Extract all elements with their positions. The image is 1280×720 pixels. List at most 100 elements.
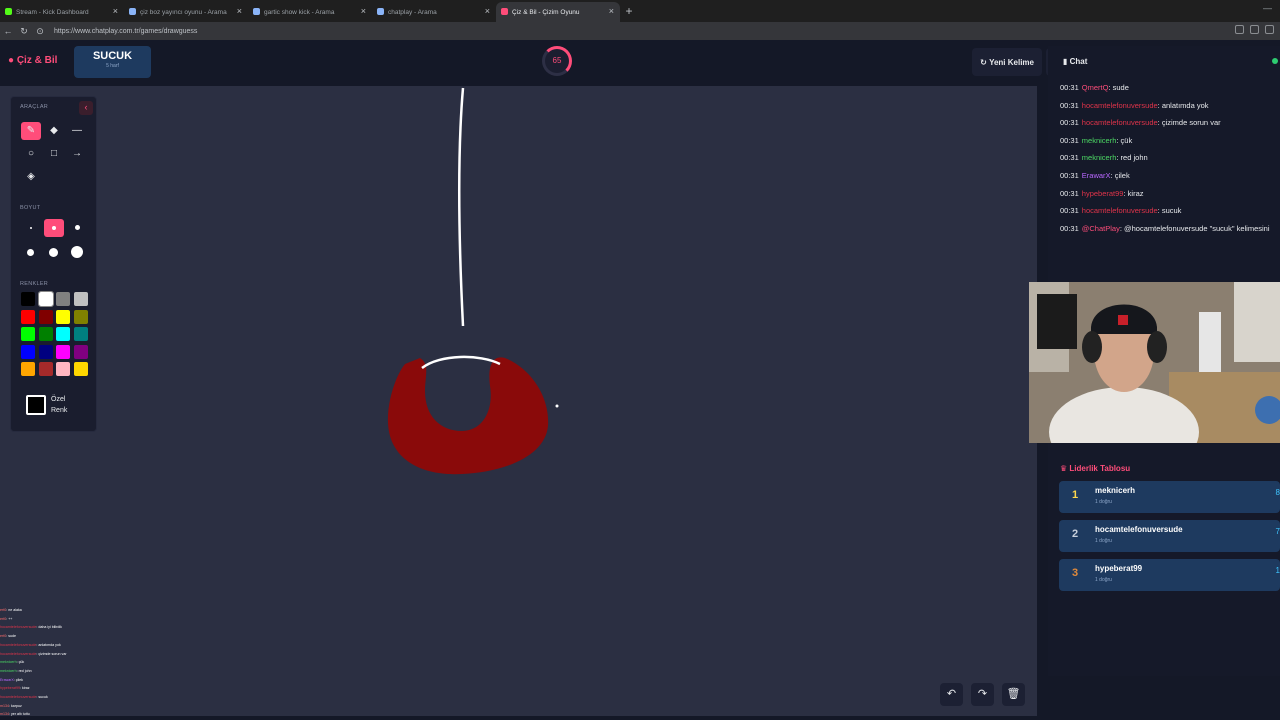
close-icon[interactable]: × bbox=[609, 6, 614, 16]
color-swatch[interactable] bbox=[21, 362, 35, 376]
close-icon[interactable]: × bbox=[361, 6, 366, 16]
message-time: 00:31 bbox=[1060, 153, 1079, 163]
message-user[interactable]: meknicerh bbox=[1082, 153, 1117, 162]
color-swatch[interactable] bbox=[56, 292, 70, 306]
color-swatch[interactable] bbox=[56, 344, 70, 359]
webcam-overlay bbox=[1029, 282, 1280, 443]
message-user[interactable]: hocamtelefonuversude bbox=[1082, 101, 1158, 110]
site-info-icon[interactable]: ⊙ bbox=[32, 26, 48, 37]
message-time: 00:31 bbox=[1060, 223, 1079, 233]
message-user[interactable]: hocamtelefonuversude bbox=[1082, 206, 1158, 215]
line-tool[interactable]: — bbox=[67, 122, 87, 140]
overlay-user: meknicerh bbox=[0, 668, 17, 673]
color-swatch[interactable] bbox=[56, 362, 70, 376]
color-swatch[interactable] bbox=[73, 327, 88, 341]
color-swatch[interactable] bbox=[56, 309, 70, 324]
circle-tool[interactable]: ○ bbox=[21, 145, 41, 163]
message-user[interactable]: hypeberat99 bbox=[1082, 189, 1124, 198]
close-icon[interactable]: × bbox=[237, 6, 242, 16]
chat-message: 00:31 hocamtelefonuversude: anlatımda yok bbox=[1060, 97, 1280, 115]
redo-button[interactable]: ↷ bbox=[971, 683, 994, 706]
color-swatch[interactable] bbox=[38, 309, 53, 324]
headphone-left bbox=[1082, 331, 1102, 363]
color-swatch[interactable] bbox=[38, 344, 53, 359]
browser-tab-search-3[interactable]: chatplay - Arama × bbox=[372, 2, 496, 22]
leaderboard-score: 1 bbox=[1275, 566, 1280, 575]
color-swatch[interactable] bbox=[38, 327, 53, 341]
back-arrow-icon[interactable]: ← bbox=[0, 26, 16, 36]
brush-size-4[interactable] bbox=[27, 249, 34, 256]
url-field[interactable]: https://www.chatplay.com.tr/games/drawgu… bbox=[54, 28, 197, 35]
leaderboard-name: hocamtelefonuversude bbox=[1095, 525, 1183, 534]
message-user[interactable]: hocamtelefonuversude bbox=[1082, 118, 1158, 127]
red-blob-stroke bbox=[387, 357, 549, 475]
reload-icon[interactable]: ↻ bbox=[16, 26, 32, 37]
overlay-text: : çizimde sorun var bbox=[36, 651, 67, 656]
line-icon: — bbox=[72, 125, 82, 136]
current-word: SUCUK bbox=[92, 50, 133, 62]
message-user[interactable]: meknicerh bbox=[1082, 136, 1117, 145]
message-text: : @hocamtelefonuversude "sucuk" kelimesi… bbox=[1119, 223, 1270, 233]
color-swatch[interactable] bbox=[73, 309, 88, 324]
color-swatch[interactable] bbox=[73, 362, 88, 376]
tab-label: Çiz & Bil - Çizim Oyunu bbox=[512, 8, 580, 16]
new-tab-plus-icon[interactable]: + bbox=[620, 2, 638, 22]
message-user[interactable]: QmertQ bbox=[1082, 83, 1109, 92]
redo-icon: ↷ bbox=[977, 688, 988, 700]
eraser-tool[interactable]: ◆ bbox=[44, 122, 64, 140]
brush-size-3[interactable] bbox=[75, 225, 80, 230]
circle-icon: ○ bbox=[27, 148, 35, 159]
search-favicon-icon bbox=[253, 8, 260, 15]
color-swatch[interactable] bbox=[21, 327, 35, 341]
brush-size-6[interactable] bbox=[71, 246, 83, 258]
brush-size-1[interactable] bbox=[30, 227, 32, 229]
chat-message-list[interactable]: 00:31 QmertQ: sude 00:31 hocamtelefonuversu… bbox=[1060, 79, 1280, 239]
leaderboard-correct-count: 1 doğru bbox=[1095, 499, 1112, 505]
message-time: 00:31 bbox=[1060, 83, 1079, 92]
close-icon[interactable]: × bbox=[113, 6, 118, 16]
color-swatch[interactable] bbox=[73, 292, 88, 306]
webcam-image bbox=[1029, 282, 1280, 443]
new-word-button[interactable]: ↻ Yeni Kelime bbox=[972, 48, 1042, 76]
overlay-chat-line: ert0: sude bbox=[0, 632, 110, 641]
browser-tab-kick[interactable]: Stream - Kick Dashboard × bbox=[0, 2, 124, 22]
overlay-user: meknicerh bbox=[0, 660, 17, 665]
overlay-chat-line: hocamtelefonuversude: sucuk bbox=[0, 693, 110, 702]
bookmark-star-icon[interactable] bbox=[1250, 25, 1259, 34]
color-swatch[interactable] bbox=[37, 291, 54, 307]
brush-size-5[interactable] bbox=[49, 248, 58, 257]
message-time: 00:31 bbox=[1060, 118, 1079, 128]
rectangle-tool[interactable]: □ bbox=[44, 145, 64, 163]
undo-button[interactable]: ↶ bbox=[940, 683, 963, 706]
drawing-canvas[interactable]: ↶ ↷ 🗑 bbox=[0, 86, 1037, 716]
custom-color-picker[interactable] bbox=[26, 395, 46, 415]
chat-message: 00:31 hocamtelefonuversude: çizimde sorun… bbox=[1060, 114, 1280, 132]
pen-tool[interactable]: ✎ bbox=[21, 122, 41, 140]
collapse-panel-button[interactable]: ‹ bbox=[79, 101, 93, 115]
message-user[interactable]: @ChatPlay bbox=[1082, 224, 1120, 233]
color-swatch[interactable] bbox=[73, 344, 88, 359]
color-swatch[interactable] bbox=[21, 309, 35, 324]
close-icon[interactable]: × bbox=[485, 6, 490, 16]
browser-tab-search-1[interactable]: çiz boz yayıncı oyunu - Arama × bbox=[124, 2, 248, 22]
overlay-text: : anlatımda yok bbox=[36, 642, 61, 647]
install-app-icon[interactable] bbox=[1235, 25, 1244, 34]
color-swatch[interactable] bbox=[21, 292, 35, 306]
browser-tab-search-2[interactable]: gartic show kick - Arama × bbox=[248, 2, 372, 22]
leaderboard-name: meknicerh bbox=[1095, 486, 1136, 495]
overlay-chat-line: ert0: ++ bbox=[0, 615, 110, 624]
browser-tab-active[interactable]: Çiz & Bil - Çizim Oyunu × bbox=[496, 2, 620, 22]
color-swatch[interactable] bbox=[38, 362, 53, 376]
fill-tool[interactable]: ◈ bbox=[21, 168, 41, 186]
message-user[interactable]: ErawarX bbox=[1082, 171, 1111, 180]
chevron-left-icon: ‹ bbox=[84, 102, 88, 112]
arrow-tool[interactable]: → bbox=[67, 145, 87, 163]
window-minimize-icon[interactable]: — bbox=[1263, 3, 1272, 13]
chat-header: ▮ Chat bbox=[1063, 57, 1087, 66]
color-swatch[interactable] bbox=[21, 344, 35, 359]
profile-icon[interactable] bbox=[1265, 25, 1274, 34]
clear-canvas-button[interactable]: 🗑 bbox=[1002, 683, 1025, 706]
color-swatch[interactable] bbox=[56, 327, 70, 341]
overlay-text: : red john bbox=[16, 668, 32, 673]
refresh-icon: ↻ bbox=[980, 57, 990, 67]
